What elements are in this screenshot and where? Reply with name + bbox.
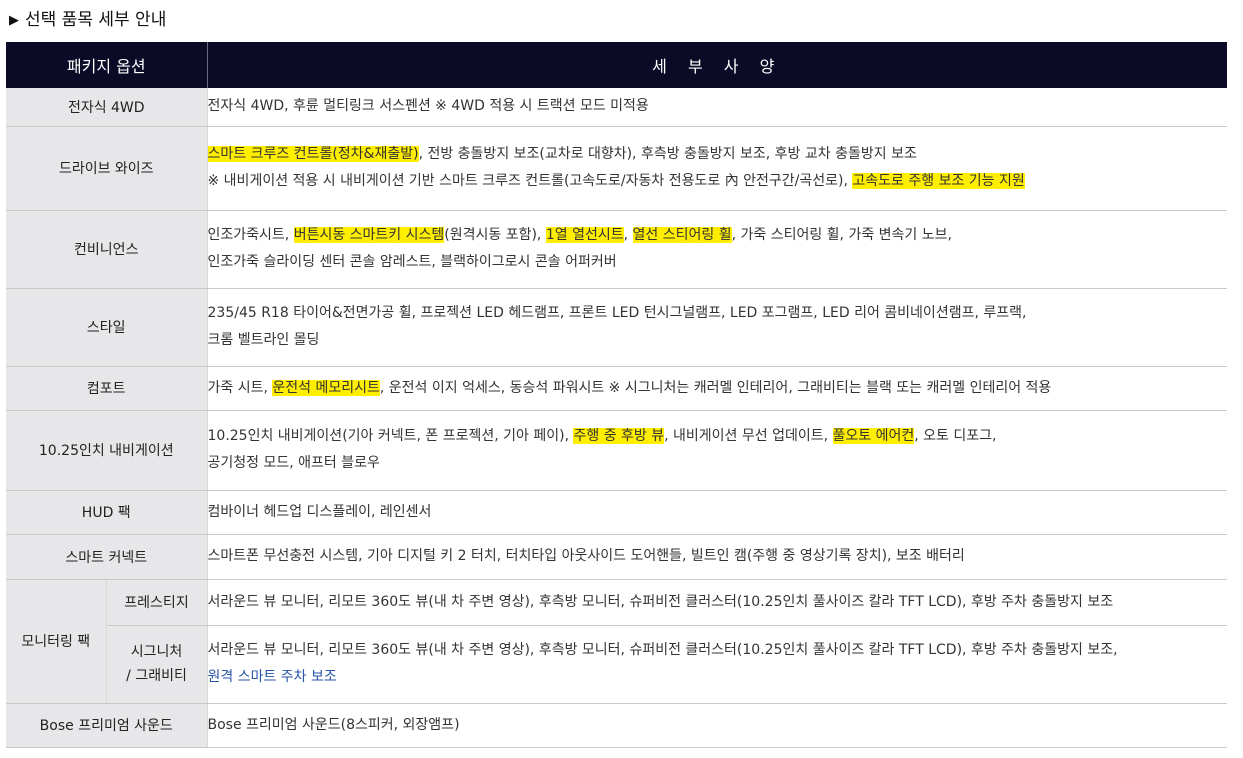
option-spec-table: 패키지 옵션 세 부 사 양 전자식 4WD 전자식 4WD, 후륜 멀티링크 … <box>6 42 1227 748</box>
option-name: 드라이브 와이즈 <box>6 126 208 211</box>
table-row: 컴포트 가죽 시트, 운전석 메모리시트, 운전석 이지 억세스, 동승석 파워… <box>6 366 1227 411</box>
option-group-name: 모니터링 팩 <box>6 579 107 704</box>
table-row: 스타일 235/45 R18 타이어&전면가공 휠, 프로젝션 LED 헤드램프… <box>6 288 1227 367</box>
highlight: 열선 스티어링 휠 <box>632 227 732 243</box>
highlight-blue-text: 원격 스마트 주차 보조 <box>207 669 337 685</box>
highlight: 운전석 메모리시트 <box>272 379 380 396</box>
table-row: 모니터링 팩 프레스티지 서라운드 뷰 모니터, 리모트 360도 뷰(내 차 … <box>6 579 1227 704</box>
table-row: HUD 팩 컴바이너 헤드업 디스플레이, 레인센서 <box>6 490 1227 535</box>
table-row: 시그니처 / 그래비티 서라운드 뷰 모니터, 리모트 360도 뷰(내 차 주… <box>6 625 1227 704</box>
option-name: 스마트 커넥트 <box>6 534 208 580</box>
option-name: 컨비니언스 <box>6 210 208 289</box>
table-row: 컨비니언스 인조가죽시트, 버튼시동 스마트키 시스템(원격시동 포함), 1열… <box>6 210 1227 289</box>
triangle-right-icon: ▶ <box>9 13 19 28</box>
option-detail: 전자식 4WD, 후륜 멀티링크 서스펜션 ※ 4WD 적용 시 트랙션 모드 … <box>207 88 1227 127</box>
option-name: 컴포트 <box>6 366 208 411</box>
trim-name: 프레스티지 <box>106 579 208 626</box>
table-row: 드라이브 와이즈 스마트 크루즈 컨트롤(정차&재출발), 전방 충돌방지 보조… <box>6 126 1227 211</box>
table-row: Bose 프리미엄 사운드 Bose 프리미엄 사운드(8스피커, 외장앰프) <box>6 703 1227 748</box>
highlight: 고속도로 주행 보조 기능 지원 <box>852 173 1025 189</box>
table-row: 전자식 4WD 전자식 4WD, 후륜 멀티링크 서스펜션 ※ 4WD 적용 시… <box>6 88 1227 127</box>
option-detail: 가죽 시트, 운전석 메모리시트, 운전석 이지 억세스, 동승석 파워시트 ※… <box>207 366 1227 411</box>
header-spec: 세 부 사 양 <box>206 42 1227 88</box>
trim-name: 시그니처 / 그래비티 <box>106 625 208 704</box>
section-title: ▶ 선택 품목 세부 안내 <box>9 10 167 30</box>
option-name: 10.25인치 내비게이션 <box>6 410 208 491</box>
option-detail: 스마트폰 무선충전 시스템, 기아 디지털 키 2 터치, 터치타입 아웃사이드… <box>207 534 1227 580</box>
page: ▶ 선택 품목 세부 안내 패키지 옵션 세 부 사 양 전자식 4WD 전자식 … <box>0 0 1243 758</box>
table-row: 스마트 커넥트 스마트폰 무선충전 시스템, 기아 디지털 키 2 터치, 터치… <box>6 534 1227 580</box>
option-name: Bose 프리미엄 사운드 <box>6 703 208 748</box>
option-detail: 서라운드 뷰 모니터, 리모트 360도 뷰(내 차 주변 영상), 후측방 모… <box>207 625 1227 704</box>
highlight: 주행 중 후방 뷰 <box>573 428 665 444</box>
table-header-row: 패키지 옵션 세 부 사 양 <box>6 42 1227 88</box>
option-detail: 컴바이너 헤드업 디스플레이, 레인센서 <box>207 490 1227 535</box>
option-name: 스타일 <box>6 288 208 367</box>
table-row: 10.25인치 내비게이션 10.25인치 내비게이션(기아 커넥트, 폰 프로… <box>6 410 1227 491</box>
highlight: 풀오토 에어컨 <box>832 428 915 444</box>
option-name: HUD 팩 <box>6 490 208 535</box>
header-option: 패키지 옵션 <box>6 42 207 88</box>
option-detail: 인조가죽시트, 버튼시동 스마트키 시스템(원격시동 포함), 1열 열선시트,… <box>207 210 1227 289</box>
option-detail: Bose 프리미엄 사운드(8스피커, 외장앰프) <box>207 703 1227 748</box>
option-detail: 235/45 R18 타이어&전면가공 휠, 프로젝션 LED 헤드램프, 프론… <box>207 288 1227 367</box>
option-detail: 스마트 크루즈 컨트롤(정차&재출발), 전방 충돌방지 보조(교차로 대향차)… <box>207 126 1227 211</box>
option-name: 전자식 4WD <box>6 88 208 127</box>
highlight: 1열 열선시트 <box>545 227 624 243</box>
highlight: 버튼시동 스마트키 시스템 <box>293 227 445 243</box>
option-detail: 10.25인치 내비게이션(기아 커넥트, 폰 프로젝션, 기아 페이), 주행… <box>207 410 1227 491</box>
option-detail: 서라운드 뷰 모니터, 리모트 360도 뷰(내 차 주변 영상), 후측방 모… <box>207 579 1227 626</box>
highlight: 스마트 크루즈 컨트롤(정차&재출발) <box>207 146 419 162</box>
